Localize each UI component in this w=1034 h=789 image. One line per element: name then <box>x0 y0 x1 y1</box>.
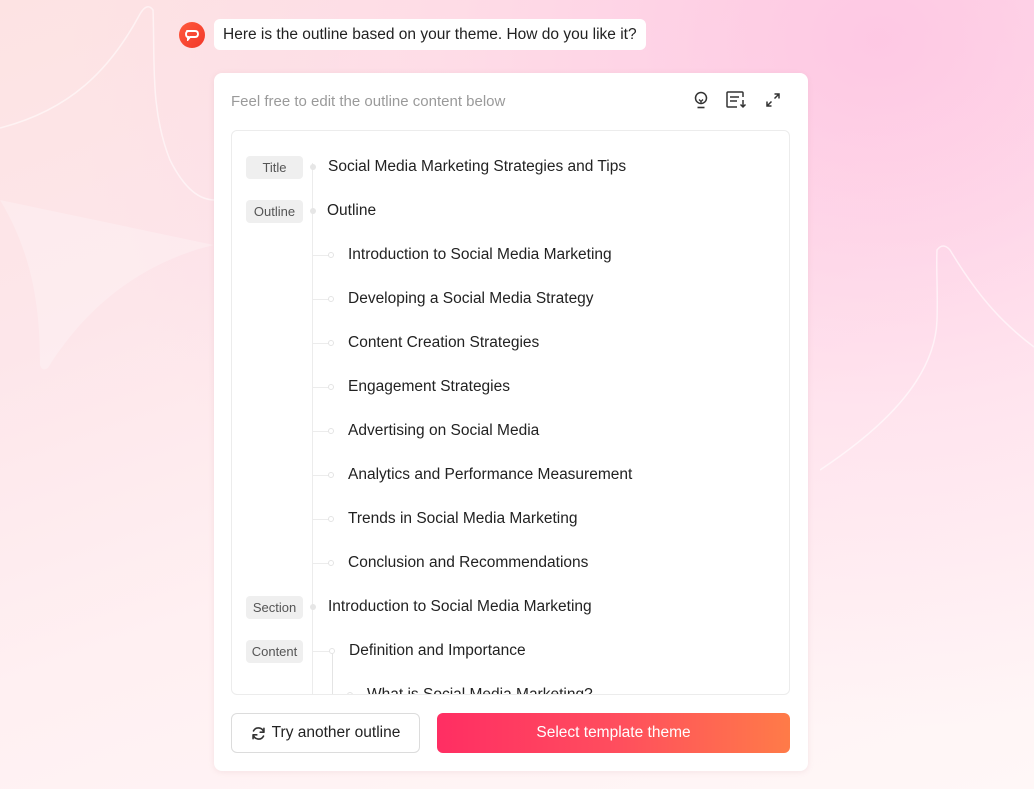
background-decoration-left <box>0 6 216 370</box>
tree-node-ring <box>328 472 334 478</box>
expand-icon[interactable] <box>762 89 784 111</box>
tree-node-dot <box>310 164 316 170</box>
outline-item: Content Creation Strategies <box>232 328 789 358</box>
outline-item-text[interactable]: Analytics and Performance Measurement <box>348 466 632 484</box>
background-decoration-right <box>820 245 1034 471</box>
assistant-message-row: Here is the outline based on your theme.… <box>179 19 646 50</box>
outline-item-text[interactable]: Trends in Social Media Marketing <box>348 510 577 528</box>
outline-item: Introduction to Social Media Marketing <box>232 240 789 270</box>
outline-row-content-sub: What is Social Media Marketing? <box>232 680 789 694</box>
assistant-message: Here is the outline based on your theme.… <box>214 19 646 50</box>
outline-row-section: Section Introduction to Social Media Mar… <box>232 592 789 622</box>
outline-card-header: Feel free to edit the outline content be… <box>231 93 506 110</box>
outline-title-text[interactable]: Social Media Marketing Strategies and Ti… <box>328 158 626 176</box>
tree-node-ring <box>328 252 334 258</box>
tree-branch <box>313 299 329 300</box>
tree-node-dot <box>310 208 316 214</box>
outline-row-content: Content Definition and Importance <box>232 636 789 666</box>
tree-branch <box>313 343 329 344</box>
tree-branch <box>313 387 329 388</box>
outline-item: Engagement Strategies <box>232 372 789 402</box>
outline-item-text[interactable]: Advertising on Social Media <box>348 422 539 440</box>
try-another-outline-label: Try another outline <box>271 724 401 741</box>
tree-node-ring <box>328 516 334 522</box>
outline-item: Trends in Social Media Marketing <box>232 504 789 534</box>
tag-section: Section <box>246 595 303 619</box>
outline-item-text[interactable]: Conclusion and Recommendations <box>348 554 588 572</box>
tree-node-dot <box>310 604 316 610</box>
tree-node-ring <box>347 692 353 694</box>
tree-node-ring <box>329 648 335 654</box>
tag-content: Content <box>246 639 303 663</box>
tree-node-ring <box>328 384 334 390</box>
outline-row-title: Title Social Media Marketing Strategies … <box>232 152 789 182</box>
refresh-icon <box>251 726 265 740</box>
outline-card-toolbar <box>690 89 784 111</box>
content-sub-item-text[interactable]: What is Social Media Marketing? <box>367 686 593 694</box>
outline-item: Advertising on Social Media <box>232 416 789 446</box>
tree-branch <box>313 651 330 652</box>
assistant-avatar <box>179 21 205 48</box>
tree-node-ring <box>328 340 334 346</box>
tree-branch <box>313 255 329 256</box>
outline-editor: Title Social Media Marketing Strategies … <box>231 130 790 695</box>
outline-item: Developing a Social Media Strategy <box>232 284 789 314</box>
outline-item-text[interactable]: Introduction to Social Media Marketing <box>348 246 612 264</box>
tree-branch <box>313 563 329 564</box>
lightbulb-icon[interactable] <box>690 89 712 111</box>
speech-bubble-logo-icon <box>185 29 199 41</box>
outline-heading-text[interactable]: Outline <box>327 202 376 220</box>
tree-branch <box>313 431 329 432</box>
list-download-icon[interactable] <box>726 89 748 111</box>
tag-outline: Outline <box>246 199 303 223</box>
content-heading-text[interactable]: Definition and Importance <box>349 642 526 660</box>
select-template-theme-button[interactable]: Select template theme <box>437 713 790 753</box>
outline-item-text[interactable]: Content Creation Strategies <box>348 334 539 352</box>
tree-node-ring <box>328 428 334 434</box>
outline-row-outline: Outline Outline <box>232 196 789 226</box>
outline-item-text[interactable]: Developing a Social Media Strategy <box>348 290 594 308</box>
tree-branch <box>313 475 329 476</box>
outline-card: Feel free to edit the outline content be… <box>214 73 808 771</box>
outline-item: Analytics and Performance Measurement <box>232 460 789 490</box>
tree-branch <box>313 519 329 520</box>
try-another-outline-button[interactable]: Try another outline <box>231 713 420 753</box>
tree-node-ring <box>328 296 334 302</box>
section-title-text[interactable]: Introduction to Social Media Marketing <box>328 598 592 616</box>
select-template-theme-label: Select template theme <box>536 724 691 741</box>
tag-title: Title <box>246 155 303 179</box>
tree-node-ring <box>328 560 334 566</box>
outline-item-text[interactable]: Engagement Strategies <box>348 378 510 396</box>
outline-item: Conclusion and Recommendations <box>232 548 789 578</box>
